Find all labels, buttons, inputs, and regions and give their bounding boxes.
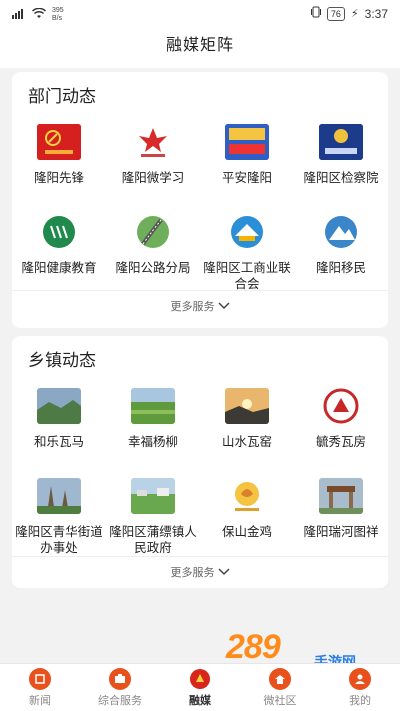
- divider: [12, 556, 388, 557]
- item-label: 平安隆阳: [221, 171, 272, 185]
- highway-icon: [131, 214, 175, 250]
- network-speed: 395 B/s: [52, 7, 64, 22]
- item-label: 隆阳区青华街道办事处: [15, 525, 103, 555]
- vibrate-icon: [310, 6, 321, 21]
- nav-label: 微社区: [263, 695, 297, 707]
- charging-icon: ⚡: [350, 8, 359, 20]
- item-label: 隆阳移民: [315, 261, 366, 275]
- safety-banner-icon: [225, 124, 269, 160]
- party-flag-icon: [37, 124, 81, 160]
- nav-tab-news[interactable]: 新闻: [0, 664, 80, 711]
- nav-label: 融媒: [189, 695, 211, 707]
- community-icon: [269, 668, 291, 690]
- department-section: 部门动态 隆阳先锋 隆阳微学习 平安隆阳 隆阳区检察院 隆阳健康教育 隆阳公路分…: [12, 72, 388, 328]
- page-header: 融媒矩阵: [0, 28, 400, 68]
- fields-photo-icon: [131, 388, 175, 424]
- landscape-photo-icon: [37, 388, 81, 424]
- nav-tab-profile[interactable]: 我的: [320, 664, 400, 711]
- town-item-hele-wama[interactable]: 和乐瓦马: [12, 388, 106, 470]
- item-label: 毓秀瓦房: [315, 435, 366, 449]
- town-item-pupiao-town[interactable]: 隆阳区蒲缥镇人民政府: [106, 478, 200, 560]
- item-label: 隆阳区检察院: [303, 171, 379, 185]
- item-label: 隆阳瑞河图祥: [303, 525, 379, 539]
- town-item-qinghua-street[interactable]: 隆阳区青华街道办事处: [12, 478, 106, 560]
- news-icon: [29, 668, 51, 690]
- golden-rooster-icon: [225, 478, 269, 514]
- sunset-photo-icon: [225, 388, 269, 424]
- town-item-xingfu-yangliu[interactable]: 幸福杨柳: [106, 388, 200, 470]
- town-item-yuxiu-wafang[interactable]: 毓秀瓦房: [294, 388, 388, 470]
- nav-label: 新闻: [29, 695, 51, 707]
- department-grid: 隆阳先锋 隆阳微学习 平安隆阳 隆阳区检察院 隆阳健康教育 隆阳公路分局 隆阳区…: [12, 124, 388, 296]
- towns-grid: 和乐瓦马 幸福杨柳 山水瓦窑 毓秀瓦房 隆阳区青华街道办事处 隆阳区蒲缥镇人民政…: [12, 388, 388, 560]
- item-label: 保山金鸡: [221, 525, 272, 539]
- town-item-shanshui-wayao[interactable]: 山水瓦窑: [200, 388, 294, 470]
- dept-item-commerce-federation[interactable]: 隆阳区工商业联合会: [200, 214, 294, 296]
- migration-icon: [319, 214, 363, 250]
- watermark-logo: 289: [226, 628, 281, 666]
- farmland-photo-icon: [131, 478, 175, 514]
- battery-level: 76: [326, 6, 345, 21]
- divider: [12, 290, 388, 291]
- item-label: 和乐瓦马: [33, 435, 84, 449]
- dept-item-highway-bureau[interactable]: 隆阳公路分局: [106, 214, 200, 296]
- item-label: 幸福杨柳: [127, 435, 178, 449]
- towns-section: 乡镇动态 和乐瓦马 幸福杨柳 山水瓦窑 毓秀瓦房 隆阳区青华街道办事处 隆阳区蒲…: [12, 336, 388, 588]
- signal-icon: [12, 6, 26, 24]
- dept-item-procuratorate[interactable]: 隆阳区检察院: [294, 124, 388, 206]
- nav-tab-services[interactable]: 综合服务: [80, 664, 160, 711]
- town-emblem-icon: [319, 388, 363, 424]
- village-photo-icon: [37, 478, 81, 514]
- services-icon: [109, 668, 131, 690]
- status-bar: 395 B/s 76 ⚡ 3:37: [0, 0, 400, 28]
- wifi-icon: [31, 6, 47, 24]
- procuratorate-icon: [319, 124, 363, 160]
- section-title: 部门动态: [28, 87, 96, 106]
- item-label: 隆阳微学习: [121, 171, 185, 185]
- health-education-icon: [37, 214, 81, 250]
- item-label: 隆阳区工商业联合会: [203, 261, 291, 291]
- nav-label: 综合服务: [98, 695, 142, 707]
- dept-item-health-education[interactable]: 隆阳健康教育: [12, 214, 106, 296]
- item-label: 山水瓦窑: [221, 435, 272, 449]
- dept-item-micro-study[interactable]: 隆阳微学习: [106, 124, 200, 206]
- dept-item-migration[interactable]: 隆阳移民: [294, 214, 388, 296]
- nav-label: 我的: [349, 695, 371, 707]
- more-services-button[interactable]: 更多服务: [12, 564, 388, 580]
- media-icon: [189, 668, 211, 690]
- more-services-label: 更多服务: [170, 567, 215, 579]
- profile-icon: [349, 668, 371, 690]
- more-services-label: 更多服务: [170, 301, 215, 313]
- item-label: 隆阳区蒲缥镇人民政府: [109, 525, 197, 555]
- clock: 3:37: [364, 6, 388, 21]
- item-label: 隆阳公路分局: [115, 261, 191, 275]
- dept-item-longyang-pioneer[interactable]: 隆阳先锋: [12, 124, 106, 206]
- section-title: 乡镇动态: [28, 351, 96, 370]
- town-item-ruihe-tuxiang[interactable]: 隆阳瑞河图祥: [294, 478, 388, 560]
- more-services-button[interactable]: 更多服务: [12, 298, 388, 314]
- town-item-baoshan-jinji[interactable]: 保山金鸡: [200, 478, 294, 560]
- chevron-down-icon: [218, 567, 230, 579]
- page-title: 融媒矩阵: [165, 37, 234, 54]
- dept-item-safe-longyang[interactable]: 平安隆阳: [200, 124, 294, 206]
- item-label: 隆阳先锋: [33, 171, 84, 185]
- bottom-nav: 新闻 综合服务 融媒 微社区 我的: [0, 663, 400, 711]
- gate-photo-icon: [319, 478, 363, 514]
- study-logo-icon: [131, 124, 175, 160]
- commerce-federation-icon: [225, 214, 269, 250]
- chevron-down-icon: [218, 301, 230, 313]
- item-label: 隆阳健康教育: [21, 261, 97, 275]
- nav-tab-community[interactable]: 微社区: [240, 664, 320, 711]
- nav-tab-media[interactable]: 融媒: [160, 664, 240, 711]
